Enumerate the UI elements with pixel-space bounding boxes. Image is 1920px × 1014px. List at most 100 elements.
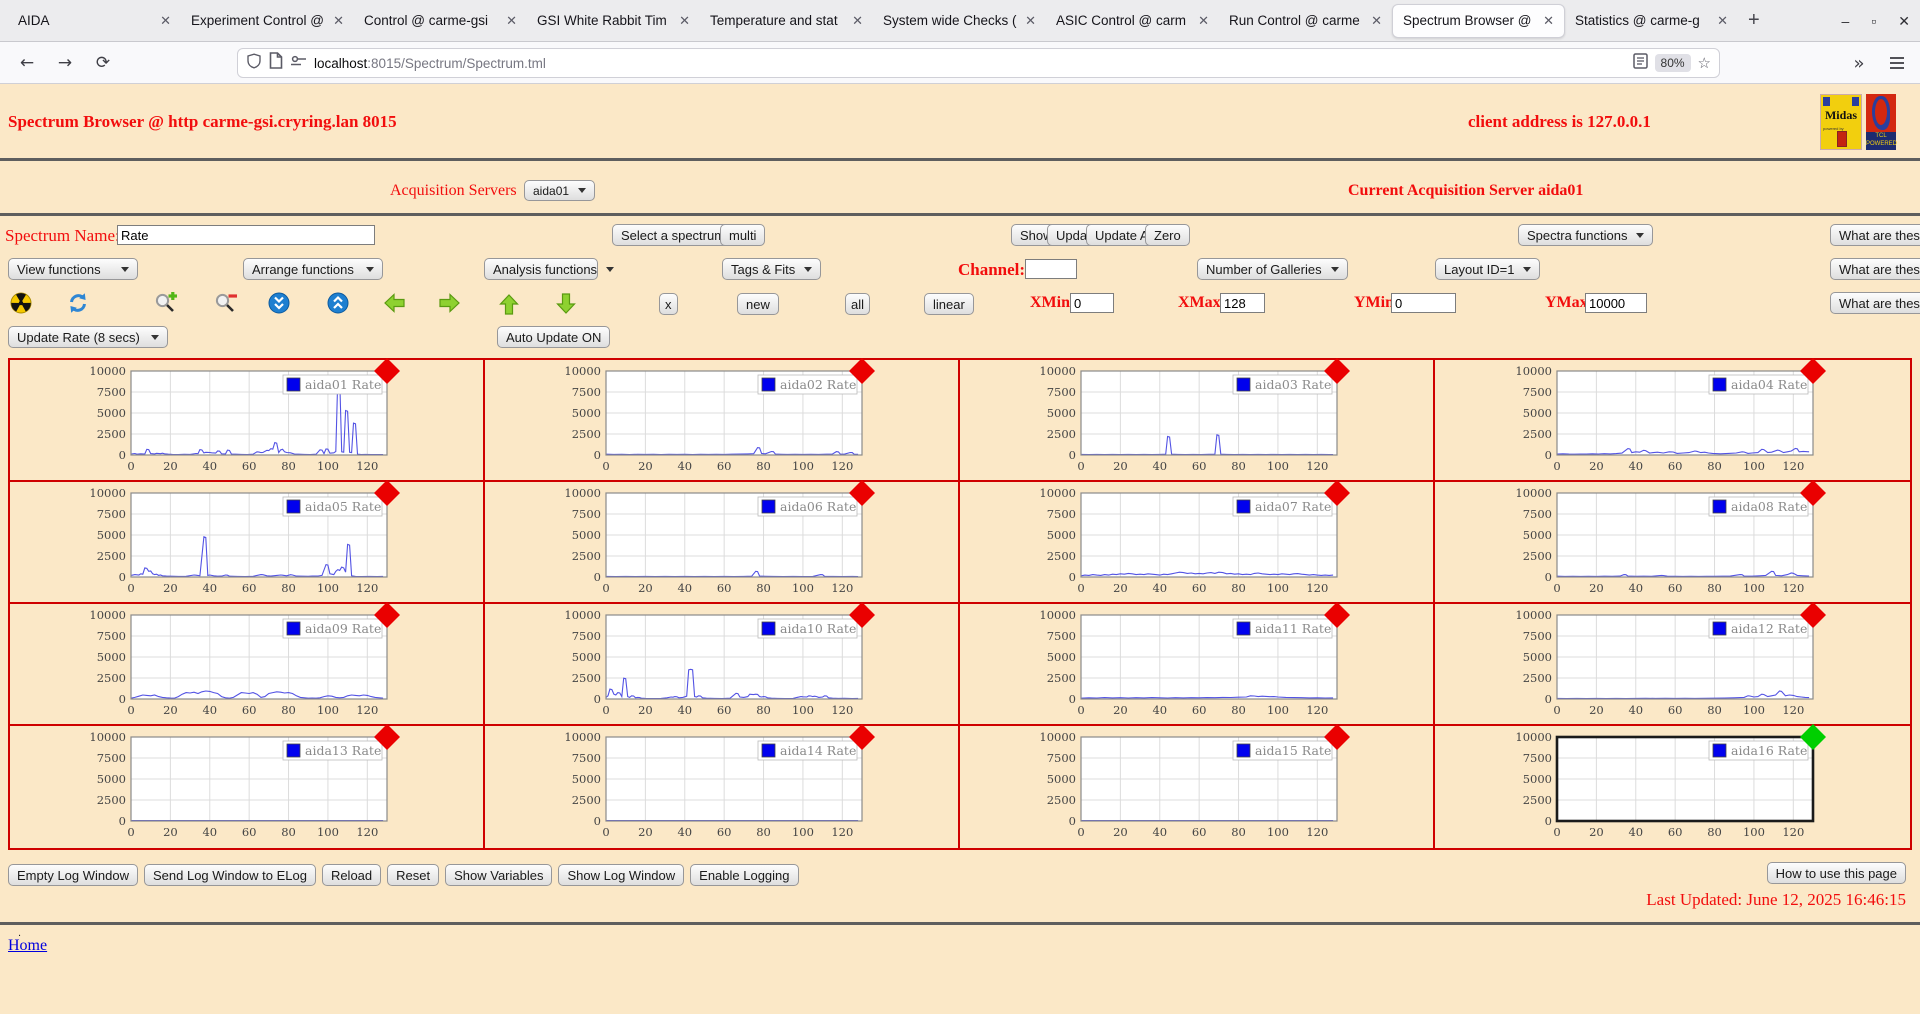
spectrum-name-input[interactable] [117,225,375,245]
arrow-up-icon[interactable] [498,292,520,314]
url-text[interactable]: localhost:8015/Spectrum/Spectrum.tml [314,56,546,71]
arrow-left-icon[interactable] [382,292,404,314]
tab-close-icon[interactable]: ✕ [329,13,348,29]
gallery-cell-aida05[interactable]: 025005000750010000020406080100120aida05 … [10,482,485,604]
spectra-functions-dropdown[interactable]: Spectra functions [1518,224,1653,246]
gallery-cell-aida06[interactable]: 025005000750010000020406080100120aida06 … [485,482,960,604]
spectrum-plot-aida14[interactable]: 025005000750010000020406080100120aida14 … [562,731,882,843]
zero-button[interactable]: Zero [1145,224,1190,246]
arrow-down-icon[interactable] [555,292,577,314]
close-button[interactable]: ✕ [1898,13,1910,30]
tab-8[interactable]: Run Control @ carme✕ [1219,4,1392,38]
view-functions-dropdown[interactable]: View functions [8,258,138,280]
tab-close-icon[interactable]: ✕ [848,13,867,29]
what-are-these-button-2[interactable]: What are these? [1830,258,1920,280]
spectrum-plot-aida08[interactable]: 025005000750010000020406080100120aida08 … [1513,487,1833,599]
tab-close-icon[interactable]: ✕ [675,13,694,29]
gallery-cell-aida01[interactable]: 025005000750010000020406080100120aida01 … [10,360,485,482]
tab-2[interactable]: Experiment Control @✕ [181,4,354,38]
gallery-cell-aida15[interactable]: 025005000750010000020406080100120aida15 … [960,726,1435,848]
show-log-window-button[interactable]: Show Log Window [558,864,684,886]
spectrum-plot-aida09[interactable]: 025005000750010000020406080100120aida09 … [87,609,407,721]
radioactive-icon[interactable] [10,292,32,314]
spectrum-plot-aida11[interactable]: 025005000750010000020406080100120aida11 … [1037,609,1357,721]
spectrum-plot-aida02[interactable]: 025005000750010000020406080100120aida02 … [562,365,882,477]
spectrum-plot-aida10[interactable]: 025005000750010000020406080100120aida10 … [562,609,882,721]
channel-input[interactable] [1025,259,1077,279]
shield-icon[interactable] [246,52,262,75]
refresh-icon[interactable] [67,292,89,314]
gallery-cell-aida02[interactable]: 025005000750010000020406080100120aida02 … [485,360,960,482]
tab-5[interactable]: Temperature and stat✕ [700,4,873,38]
zoom-level-badge[interactable]: 80% [1655,54,1691,72]
zoom-out-icon[interactable] [214,292,236,314]
tab-close-icon[interactable]: ✕ [1194,13,1213,29]
acquisition-server-select[interactable]: aida01 [524,180,595,201]
tab-10[interactable]: Statistics @ carme-g✕ [1565,4,1738,38]
tab-close-icon[interactable]: ✕ [502,13,521,29]
ymax-input[interactable] [1585,293,1647,313]
x-button[interactable]: x [659,293,678,315]
reader-view-icon[interactable] [1633,53,1648,74]
xmax-input[interactable] [1220,293,1265,313]
gallery-cell-aida16[interactable]: 025005000750010000020406080100120aida16 … [1435,726,1910,848]
tab-3[interactable]: Control @ carme-gsi✕ [354,4,527,38]
tab-1[interactable]: AIDA✕ [8,4,181,38]
gallery-cell-aida11[interactable]: 025005000750010000020406080100120aida11 … [960,604,1435,726]
gallery-cell-aida13[interactable]: 025005000750010000020406080100120aida13 … [10,726,485,848]
tab-close-icon[interactable]: ✕ [156,13,175,29]
ymin-input[interactable] [1391,293,1456,313]
compress-vertical-icon[interactable] [268,292,290,314]
gallery-cell-aida03[interactable]: 025005000750010000020406080100120aida03 … [960,360,1435,482]
spectrum-plot-aida12[interactable]: 025005000750010000020406080100120aida12 … [1513,609,1833,721]
spectrum-plot-aida03[interactable]: 025005000750010000020406080100120aida03 … [1037,365,1357,477]
what-are-these-button-3[interactable]: What are these? [1830,292,1920,314]
spectrum-plot-aida13[interactable]: 025005000750010000020406080100120aida13 … [87,731,407,843]
xmin-input[interactable] [1070,293,1114,313]
gallery-cell-aida08[interactable]: 025005000750010000020406080100120aida08 … [1435,482,1910,604]
gallery-cell-aida07[interactable]: 025005000750010000020406080100120aida07 … [960,482,1435,604]
number-of-galleries-dropdown[interactable]: Number of Galleries [1197,258,1348,280]
multi-button[interactable]: multi [720,224,765,246]
send-log-window-to-elog-button[interactable]: Send Log Window to ELog [144,864,316,886]
tab-9[interactable]: Spectrum Browser @✕ [1392,4,1565,38]
update-rate-dropdown[interactable]: Update Rate (8 secs) [8,326,168,348]
gallery-cell-aida04[interactable]: 025005000750010000020406080100120aida04 … [1435,360,1910,482]
overflow-menu-icon[interactable]: » [1846,50,1872,76]
expand-vertical-icon[interactable] [327,292,349,314]
show-variables-button[interactable]: Show Variables [445,864,552,886]
maximize-button[interactable]: ▫ [1871,13,1876,29]
reload-icon[interactable]: ⟳ [90,50,116,76]
how-to-use-button[interactable]: How to use this page [1767,862,1906,884]
tags-fits-dropdown[interactable]: Tags & Fits [722,258,821,280]
tab-close-icon[interactable]: ✕ [1367,13,1386,29]
spectrum-plot-aida05[interactable]: 025005000750010000020406080100120aida05 … [87,487,407,599]
gallery-cell-aida14[interactable]: 025005000750010000020406080100120aida14 … [485,726,960,848]
permissions-icon[interactable] [290,54,307,73]
spectrum-plot-aida15[interactable]: 025005000750010000020406080100120aida15 … [1037,731,1357,843]
spectrum-plot-aida07[interactable]: 025005000750010000020406080100120aida07 … [1037,487,1357,599]
reload-button[interactable]: Reload [322,864,381,886]
back-icon[interactable]: ← [14,50,40,76]
bookmark-star-icon[interactable]: ☆ [1698,54,1711,72]
gallery-cell-aida10[interactable]: 025005000750010000020406080100120aida10 … [485,604,960,726]
hamburger-menu-icon[interactable] [1884,50,1910,76]
layout-id-dropdown[interactable]: Layout ID=1 [1435,258,1540,280]
page-info-icon[interactable] [269,52,283,74]
minimize-button[interactable]: – [1842,13,1850,29]
tab-7[interactable]: ASIC Control @ carm✕ [1046,4,1219,38]
tab-4[interactable]: GSI White Rabbit Tim✕ [527,4,700,38]
reset-button[interactable]: Reset [387,864,439,886]
all-button[interactable]: all [845,293,870,315]
gallery-cell-aida09[interactable]: 025005000750010000020406080100120aida09 … [10,604,485,726]
home-link[interactable]: Home [8,937,47,955]
arrange-functions-dropdown[interactable]: Arrange functions [243,258,383,280]
tab-close-icon[interactable]: ✕ [1021,13,1040,29]
gallery-cell-aida12[interactable]: 025005000750010000020406080100120aida12 … [1435,604,1910,726]
analysis-functions-dropdown[interactable]: Analysis functions [484,258,598,280]
spectrum-plot-aida01[interactable]: 025005000750010000020406080100120aida01 … [87,365,407,477]
spectrum-plot-aida06[interactable]: 025005000750010000020406080100120aida06 … [562,487,882,599]
url-bar[interactable]: localhost:8015/Spectrum/Spectrum.tml 80%… [237,48,1720,78]
tab-6[interactable]: System wide Checks (✕ [873,4,1046,38]
auto-update-button[interactable]: Auto Update ON [497,326,610,348]
